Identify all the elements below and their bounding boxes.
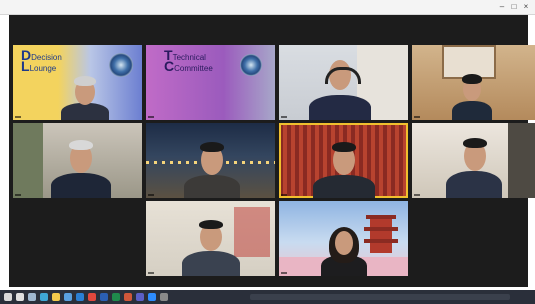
video-gallery: DDecision LLounge TTechnical CCommittee [9, 15, 535, 287]
mail-icon[interactable] [76, 293, 84, 301]
chrome-icon[interactable] [88, 293, 96, 301]
video-tile-decision-lounge[interactable]: DDecision LLounge [13, 45, 142, 120]
search-icon[interactable] [16, 293, 24, 301]
video-tile-participant-4[interactable] [412, 45, 535, 120]
taskbar-tray [250, 294, 510, 300]
excel-icon[interactable] [112, 293, 120, 301]
emblem-icon [109, 53, 133, 77]
minimize-icon[interactable]: – [497, 2, 507, 12]
participant-name [281, 272, 287, 274]
edge-icon[interactable] [40, 293, 48, 301]
video-tile-participant-5[interactable] [13, 123, 142, 198]
video-tile-participant-9[interactable] [146, 201, 275, 276]
participant-name [281, 194, 287, 196]
video-tile-participant-10[interactable] [279, 201, 408, 276]
taskbar [0, 290, 535, 304]
video-tile-participant-6[interactable] [146, 123, 275, 198]
teams-icon[interactable] [136, 293, 144, 301]
participant-name [148, 194, 154, 196]
participant-name [281, 116, 287, 118]
store-icon[interactable] [64, 293, 72, 301]
zoom-icon[interactable] [148, 293, 156, 301]
word-icon[interactable] [100, 293, 108, 301]
slide-title: DDecision LLounge [21, 47, 62, 74]
powerpoint-icon[interactable] [124, 293, 132, 301]
participant-name [148, 116, 154, 118]
video-tile-participant-3[interactable] [279, 45, 408, 120]
window-title-bar: – □ × [0, 0, 535, 15]
participant-name [414, 116, 420, 118]
headphones-icon [325, 67, 361, 84]
settings-icon[interactable] [160, 293, 168, 301]
slide-title: TTechnical CCommittee [164, 47, 213, 74]
video-tile-participant-7-active-speaker[interactable] [279, 123, 408, 198]
folder-icon[interactable] [52, 293, 60, 301]
participant-name [15, 194, 21, 196]
maximize-icon[interactable]: □ [509, 2, 519, 12]
participant-name [148, 272, 154, 274]
video-tile-participant-8[interactable] [412, 123, 535, 198]
participant-name [15, 116, 21, 118]
start-icon[interactable] [4, 293, 12, 301]
task-view-icon[interactable] [28, 293, 36, 301]
participant-name [414, 194, 420, 196]
emblem-icon [240, 54, 262, 76]
video-tile-technical-committee[interactable]: TTechnical CCommittee [146, 45, 275, 120]
close-icon[interactable]: × [521, 2, 531, 12]
